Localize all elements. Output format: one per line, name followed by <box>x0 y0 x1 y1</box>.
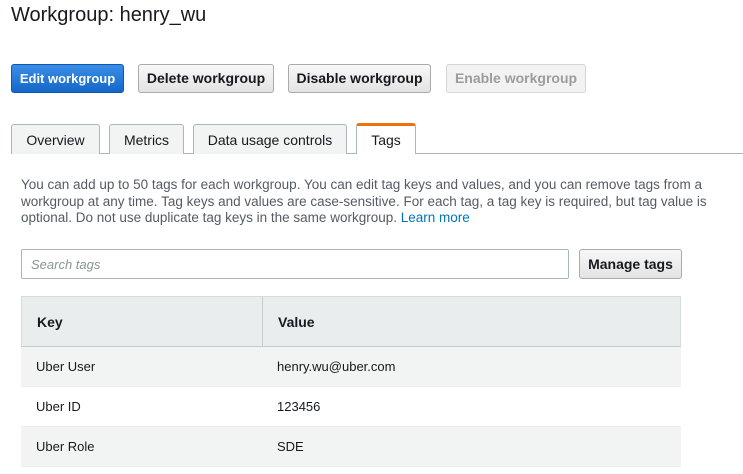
tab-tags[interactable]: Tags <box>356 123 416 154</box>
delete-workgroup-button[interactable]: Delete workgroup <box>138 64 274 93</box>
tag-key-cell: Uber ID <box>36 399 81 414</box>
tag-value-cell: SDE <box>277 439 304 454</box>
column-header-value: Value <box>278 314 315 330</box>
tags-table-header: Key Value <box>21 296 681 347</box>
tab-overview[interactable]: Overview <box>11 124 100 154</box>
tags-table: Key Value Uber User henry.wu@uber.com Ub… <box>21 296 681 467</box>
tag-value-cell: henry.wu@uber.com <box>277 359 396 374</box>
learn-more-link[interactable]: Learn more <box>401 210 470 225</box>
tags-description-text: You can add up to 50 tags for each workg… <box>21 177 707 225</box>
tab-metrics[interactable]: Metrics <box>109 124 184 154</box>
enable-workgroup-button: Enable workgroup <box>446 64 586 93</box>
disable-workgroup-button[interactable]: Disable workgroup <box>288 64 431 93</box>
table-row: Uber User henry.wu@uber.com <box>21 347 681 387</box>
tag-key-cell: Uber User <box>36 359 96 374</box>
tags-description: You can add up to 50 tags for each workg… <box>21 177 737 227</box>
table-row: Uber ID 123456 <box>21 387 681 427</box>
tab-data-usage-controls[interactable]: Data usage controls <box>193 124 347 154</box>
table-row: Uber Role SDE <box>21 427 681 467</box>
workgroup-page: Workgroup: henry_wu Edit workgroup Delet… <box>0 0 743 474</box>
search-tags-input[interactable] <box>21 249 569 279</box>
column-header-key: Key <box>22 297 263 346</box>
edit-workgroup-button[interactable]: Edit workgroup <box>11 64 124 93</box>
manage-tags-button[interactable]: Manage tags <box>579 249 682 279</box>
tag-key-cell: Uber Role <box>36 439 95 454</box>
tag-value-cell: 123456 <box>277 399 321 414</box>
page-title: Workgroup: henry_wu <box>11 4 207 26</box>
tags-table-body: Uber User henry.wu@uber.com Uber ID 1234… <box>21 347 681 467</box>
